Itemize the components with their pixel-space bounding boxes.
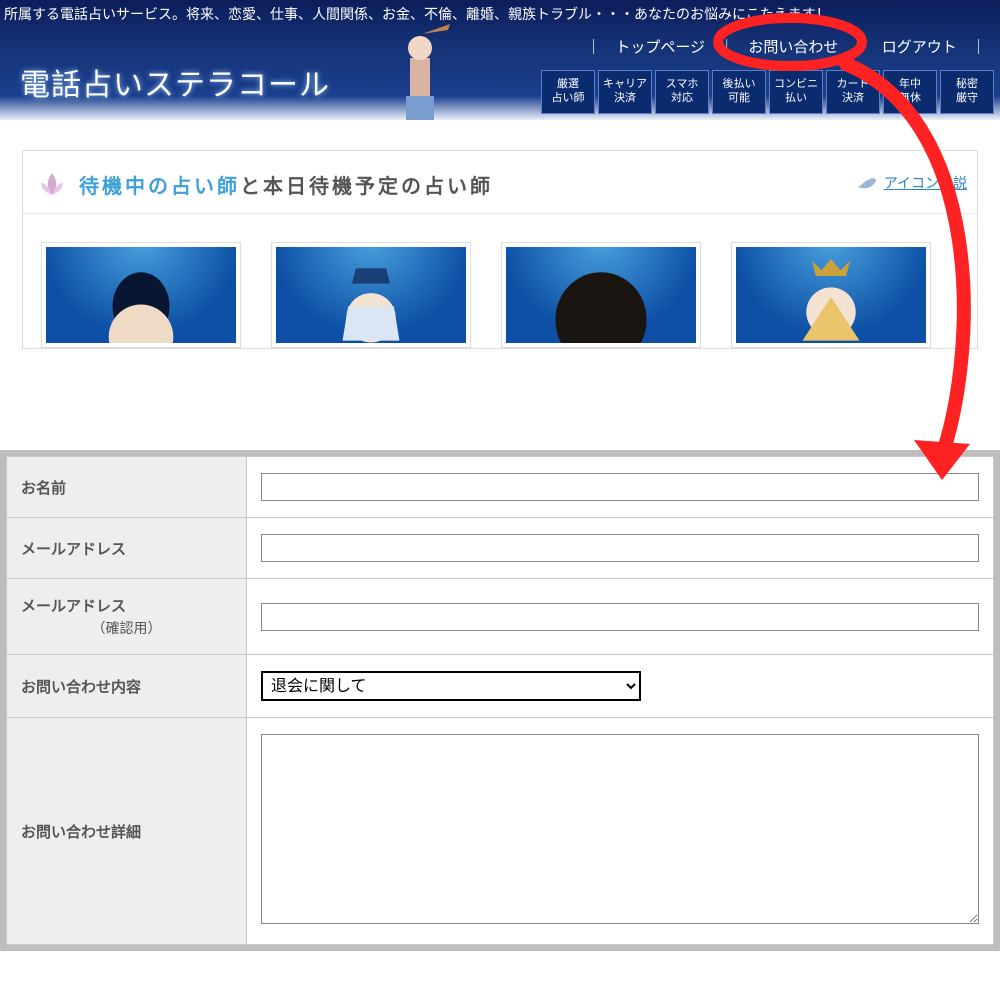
name-input[interactable] bbox=[261, 473, 979, 501]
fortune-teller-image bbox=[736, 247, 926, 343]
dove-icon bbox=[856, 173, 878, 193]
site-title: 電話占いステラコール bbox=[20, 60, 330, 104]
subject-select[interactable]: 退会に関して bbox=[261, 671, 641, 701]
fortune-teller-card[interactable] bbox=[271, 242, 471, 348]
email-input[interactable] bbox=[261, 534, 979, 562]
nav-logout-link[interactable]: ログアウト bbox=[876, 35, 963, 60]
nav-sep: ｜ bbox=[967, 39, 990, 56]
top-nav: ｜ トップページ ｜ お問い合わせ ｜ ログアウト ｜ bbox=[582, 36, 990, 57]
contact-form-panel: お名前 メールアドレス メールアドレス （確認用） お問い合わせ内容 退会に関し… bbox=[0, 450, 1000, 951]
email-confirm-input[interactable] bbox=[261, 603, 979, 631]
badge-item: 年中 無休 bbox=[883, 70, 937, 114]
badge-item: スマホ 対応 bbox=[655, 70, 709, 114]
section-title-strong: 待機中の占い師 bbox=[79, 170, 240, 199]
fortune-teller-card[interactable] bbox=[501, 242, 701, 348]
badge-item: コンビニ 払い bbox=[769, 70, 823, 114]
fortune-teller-card[interactable] bbox=[41, 242, 241, 348]
nav-sep: ｜ bbox=[849, 39, 872, 56]
nav-top-link[interactable]: トップページ bbox=[609, 35, 711, 60]
section-title-rest: と本日待機予定の占い師 bbox=[240, 170, 493, 199]
nav-contact-link[interactable]: お問い合わせ bbox=[742, 35, 844, 60]
main-area: 待機中の占い師 と本日待機予定の占い師 アイコンの説 bbox=[0, 120, 1000, 349]
tagline-text: 所属する電話占いサービス。将来、恋愛、仕事、人間関係、お金、不倫、離婚、親族トラ… bbox=[4, 4, 996, 24]
detail-textarea[interactable] bbox=[261, 734, 979, 924]
mascot-figure-icon bbox=[380, 24, 460, 120]
section-header: 待機中の占い師 と本日待機予定の占い師 アイコンの説 bbox=[23, 151, 977, 214]
icon-legend-link[interactable]: アイコンの説 bbox=[856, 173, 967, 193]
label-email: メールアドレス bbox=[7, 518, 247, 579]
badge-item: 秘密 厳守 bbox=[940, 70, 994, 114]
feature-badge-row: 厳選 占い師 キャリア 決済 スマホ 対応 後払い 可能 コンビニ 払い カード… bbox=[541, 70, 994, 114]
fortune-teller-card-row bbox=[23, 214, 977, 348]
badge-item: キャリア 決済 bbox=[598, 70, 652, 114]
label-name: お名前 bbox=[7, 457, 247, 518]
label-subject: お問い合わせ内容 bbox=[7, 655, 247, 718]
fortune-teller-image bbox=[276, 247, 466, 343]
contact-form-table: お名前 メールアドレス メールアドレス （確認用） お問い合わせ内容 退会に関し… bbox=[6, 456, 994, 945]
label-email-confirm: メールアドレス （確認用） bbox=[7, 579, 247, 655]
lotus-icon bbox=[35, 169, 69, 199]
badge-item: 後払い 可能 bbox=[712, 70, 766, 114]
fortune-teller-card[interactable] bbox=[731, 242, 931, 348]
label-email-confirm-main: メールアドレス bbox=[21, 598, 126, 615]
icon-legend-label: アイコンの説 bbox=[884, 173, 967, 193]
label-email-confirm-sub: （確認用） bbox=[21, 618, 232, 638]
badge-item: カード 決済 bbox=[826, 70, 880, 114]
label-detail: お問い合わせ詳細 bbox=[7, 718, 247, 945]
main-panel: 待機中の占い師 と本日待機予定の占い師 アイコンの説 bbox=[22, 150, 978, 349]
top-banner: 所属する電話占いサービス。将来、恋愛、仕事、人間関係、お金、不倫、離婚、親族トラ… bbox=[0, 0, 1000, 120]
fortune-teller-image bbox=[506, 247, 696, 343]
badge-item: 厳選 占い師 bbox=[541, 70, 595, 114]
nav-sep: ｜ bbox=[715, 39, 738, 56]
fortune-teller-image bbox=[46, 247, 236, 343]
nav-sep: ｜ bbox=[582, 39, 605, 56]
